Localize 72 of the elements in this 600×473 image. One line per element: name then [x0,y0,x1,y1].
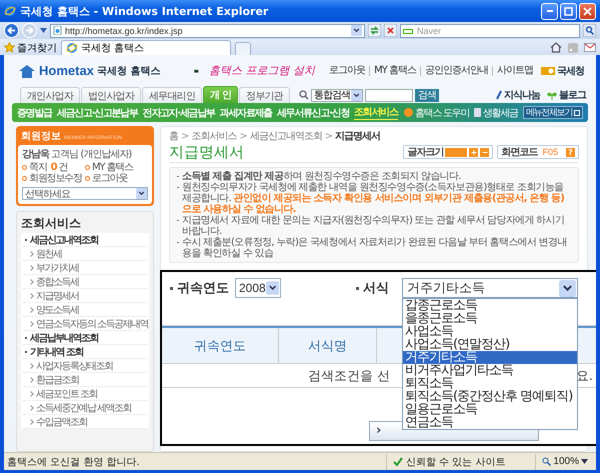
sidebar-group[interactable]: 세금신고내역조회 [23,233,147,247]
dropdown-option[interactable]: 거주기타소득 [403,351,577,364]
breadcrumb-separator: > [324,130,332,142]
tax-guide-link[interactable]: 생활세금 [474,106,518,120]
logo-caption: 국세청 홈택스 [96,64,160,78]
breadcrumb-link[interactable]: 세금신고내역조회 [250,129,322,143]
user-type-tab[interactable]: 법인사업자 [81,87,142,103]
sidebar-item[interactable]: 부가가치세 [23,261,147,275]
browser-tab[interactable]: 국세청 홈택스 [61,40,231,55]
install-banner[interactable]: 홈택스 프로그램 설치 [209,63,316,78]
search-scope-select[interactable]: 통합검색 [310,88,363,102]
user-type-tab[interactable]: 정부기관 [239,87,290,103]
sidebar-item[interactable]: 세금포인트 조회 [23,387,147,401]
member-title: 회원정보 [21,130,61,143]
top-link[interactable]: 공인인증서안내 [420,66,492,76]
sidebar-item[interactable]: 종합소득세 [23,275,147,289]
sidebar-item[interactable]: 양도소득세 [23,303,147,317]
help-link[interactable]: 홈택스 도우미 [404,106,469,120]
panel-title: 조회서비스 [21,215,82,232]
sidebar-item[interactable]: 지급명세서 [23,289,147,303]
font-size-control: 글자크기 + − [403,145,494,159]
sidebar-item[interactable]: 소득세중간예납 세액조회 [23,401,147,415]
member-link[interactable]: 로그아웃 [85,173,148,184]
empty-message: 검색조건을 선 [306,368,390,384]
sidebar-item[interactable]: 연금소득자등의 소득공제내역 [23,317,147,331]
breadcrumb-separator: > [239,130,247,142]
screen-code-box: 화면코드 F05 ? [497,145,579,159]
logo-text: Hometax [39,63,94,78]
menu-select[interactable]: 선택하세요 [22,187,148,200]
sidebar-group[interactable]: 세금납부내역조회 [23,331,147,345]
member-link[interactable]: MY 홈택스 [85,162,148,173]
security-zone: 신뢰할 수 있는 사이트 [386,454,536,470]
notice-text: 수시 제출분(오류정정, 누락)은 국세청에서 자료처리가 완료된 다음날 부터 홈택스에서 변경내용을 확인하실 수 있습 [176,237,572,259]
top-link[interactable]: MY 홈택스 [369,66,420,76]
field-label: 서식 [356,279,389,297]
sidebar-item[interactable]: 원천세 [23,247,147,261]
sidebar-group[interactable]: 기타내역 조회 [23,345,147,359]
full-menu-button[interactable]: 메뉴전체보기 [522,106,583,119]
zoom-level[interactable]: 100% [535,454,596,470]
field-label: 귀속연도 [170,279,229,297]
sidebar-item[interactable]: 수입금액조회 [23,415,147,429]
window-title: 국세청 홈택스 - Windows Internet Explorer [20,4,268,18]
sidebar-item[interactable]: 환급금조회 [23,373,147,387]
year-select[interactable]: 2008 [235,278,281,298]
favorites-button[interactable]: 즐겨찾기 [4,40,57,55]
member-link[interactable]: 쪽지 0 건 [22,162,85,173]
form-select[interactable]: 거주기타소득 [402,278,578,298]
breadcrumb-link[interactable]: 조회서비스 [191,129,236,143]
address-field[interactable]: http://hometax.go.kr/index.jsp [50,24,365,38]
user-type-tab[interactable]: 개인사업자 [20,87,80,103]
blog-link[interactable]: 블로그 [547,87,586,103]
notice-text: 지급명세서 자료에 대한 문의는 지급자(원천징수의무자) 또는 관할 세무서 담당자에게 하시기 바랍니다. [176,215,572,237]
search-button[interactable]: 검색 [414,88,439,102]
breadcrumb-current[interactable]: 지급명세서 [335,129,380,143]
member-greeting: 강남욱 고객님 (개인납세자) [22,148,132,161]
status-text: 홈택스에 오신걸 환영 합니다. [6,456,141,468]
top-link[interactable]: 로그아웃 [325,66,370,76]
page-title: 지급명세서 [169,142,244,162]
nts-link[interactable]: 국세청 [537,64,584,78]
notice-text: 소득별 제출 집계만 제공하며 원천징수영수증은 조회되지 않습니다. [176,171,572,182]
breadcrumb-separator: > [181,130,188,142]
column-header: 귀속연도 [162,328,279,363]
column-header: 서식명 [279,328,377,363]
user-type-tab[interactable]: 세무대리인 [142,87,202,103]
knowledge-link[interactable]: 지식나눔 [496,87,540,103]
breadcrumb-link[interactable]: 홈 [169,129,178,143]
sidebar-item[interactable]: 사업자등록상태조회 [23,359,147,373]
top-link[interactable]: 사이트맵 [492,66,537,76]
notice-text: 원천징수의무자가 국세청에 제출한 내역을 원천징수영수증(소득자보관용)형태로 조회기능을 제공합니다. 관인없이 제공되는 소득자 확인용 서비스이며 외부기관 제출용(관공서, 은행 등)으로 사용하실 수 없습니다. [176,182,572,215]
member-link[interactable]: 회원정보수정 [22,173,85,184]
empty-message-end: 요. [576,368,594,384]
search-field[interactable]: Naver [400,24,580,38]
